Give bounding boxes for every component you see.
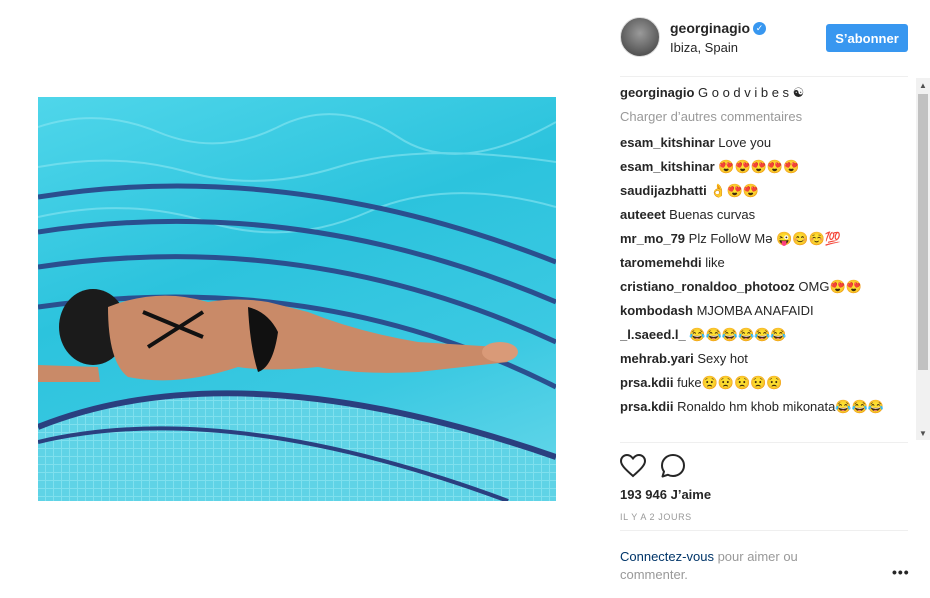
comment-username[interactable]: cristiano_ronaldoo_photooz [620, 279, 795, 294]
author-username[interactable]: georginagio [670, 20, 750, 36]
comment-username[interactable]: esam_kitshinar [620, 159, 715, 174]
scroll-thumb[interactable] [918, 94, 928, 370]
comment-item: mehrab.yari Sexy hot [620, 350, 908, 368]
comment-text: 😂😂😂😂😂😂 [689, 327, 787, 342]
scroll-down-arrow-icon[interactable]: ▼ [919, 429, 927, 438]
comment-username[interactable]: mr_mo_79 [620, 231, 685, 246]
comment-icon[interactable] [660, 453, 686, 479]
caption: georginagio G o o d v i b e s ☯ [620, 84, 908, 102]
heart-icon[interactable] [620, 454, 646, 478]
comment-item: taromemehdi like [620, 254, 908, 272]
comment-username[interactable]: _l.saeed.l_ [620, 327, 686, 342]
location-link[interactable]: Ibiza, Spain [670, 40, 738, 55]
comment-item: auteeet Buenas curvas [620, 206, 908, 224]
comment-username[interactable]: prsa.kdii [620, 375, 673, 390]
comment-item: mr_mo_79 Plz FolloW Mə 😜😊☺️💯 [620, 230, 908, 248]
comment-text: Buenas curvas [669, 207, 756, 222]
comment-text: Sexy hot [697, 351, 748, 366]
comment-item: saudijazbhatti 👌😍😍 [620, 182, 908, 200]
comment-item: cristiano_ronaldoo_photooz OMG😍😍 [620, 278, 908, 296]
comment-item: esam_kitshinar 😍😍😍😍😍 [620, 158, 908, 176]
comments-list[interactable]: georginagio G o o d v i b e s ☯ Charger … [620, 84, 908, 440]
post-header: georginagio ✓ Ibiza, Spain S’abonner [620, 17, 908, 59]
divider [620, 530, 908, 531]
comment-text: 👌😍😍 [710, 183, 759, 198]
avatar[interactable] [620, 17, 660, 57]
comment-item: esam_kitshinar Love you [620, 134, 908, 152]
comment-text: MJOMBA ANAFAIDI [696, 303, 814, 318]
login-prompt: Connectez-vous pour aimer ou commenter. [620, 548, 860, 584]
comment-username[interactable]: auteeet [620, 207, 666, 222]
post-timestamp[interactable]: IL Y A 2 JOURS [620, 512, 692, 522]
follow-button[interactable]: S’abonner [826, 24, 908, 52]
load-more-comments-link[interactable]: Charger d’autres commentaires [620, 108, 908, 126]
more-options-icon[interactable]: ••• [892, 564, 910, 580]
comment-username[interactable]: mehrab.yari [620, 351, 694, 366]
comment-text: fuke😟😟😟😟😟 [677, 375, 783, 390]
comment-text: OMG😍😍 [798, 279, 862, 294]
comment-item: prsa.kdii Ronaldo hm khob mikonata😂😂😂 [620, 398, 908, 416]
comment-item: kombodash MJOMBA ANAFAIDI [620, 302, 908, 320]
comment-username[interactable]: prsa.kdii [620, 399, 673, 414]
comment-username[interactable]: esam_kitshinar [620, 135, 715, 150]
scroll-up-arrow-icon[interactable]: ▲ [919, 81, 927, 90]
divider [620, 442, 908, 443]
divider [620, 76, 908, 77]
comment-text: Love you [718, 135, 772, 150]
comment-username[interactable]: kombodash [620, 303, 693, 318]
comment-text: like [705, 255, 725, 270]
comment-username[interactable]: saudijazbhatti [620, 183, 707, 198]
comment-username[interactable]: georginagio [620, 85, 694, 100]
post-image[interactable] [38, 97, 556, 501]
login-link[interactable]: Connectez-vous [620, 549, 714, 564]
comment-text: Plz FolloW Mə 😜😊☺️💯 [688, 231, 841, 246]
comments-scrollbar[interactable]: ▲ ▼ [916, 78, 930, 440]
verified-badge-icon: ✓ [753, 22, 766, 35]
comment-text: 😍😍😍😍😍 [718, 159, 800, 174]
comment-text: G o o d v i b e s ☯ [698, 85, 805, 100]
comment-text: Ronaldo hm khob mikonata😂😂😂 [677, 399, 884, 414]
pool-photo [38, 113, 556, 501]
comment-item: _l.saeed.l_ 😂😂😂😂😂😂 [620, 326, 908, 344]
comment-item: prsa.kdii fuke😟😟😟😟😟 [620, 374, 908, 392]
comment-username[interactable]: taromemehdi [620, 255, 702, 270]
likes-count[interactable]: 193 946 J’aime [620, 487, 711, 502]
